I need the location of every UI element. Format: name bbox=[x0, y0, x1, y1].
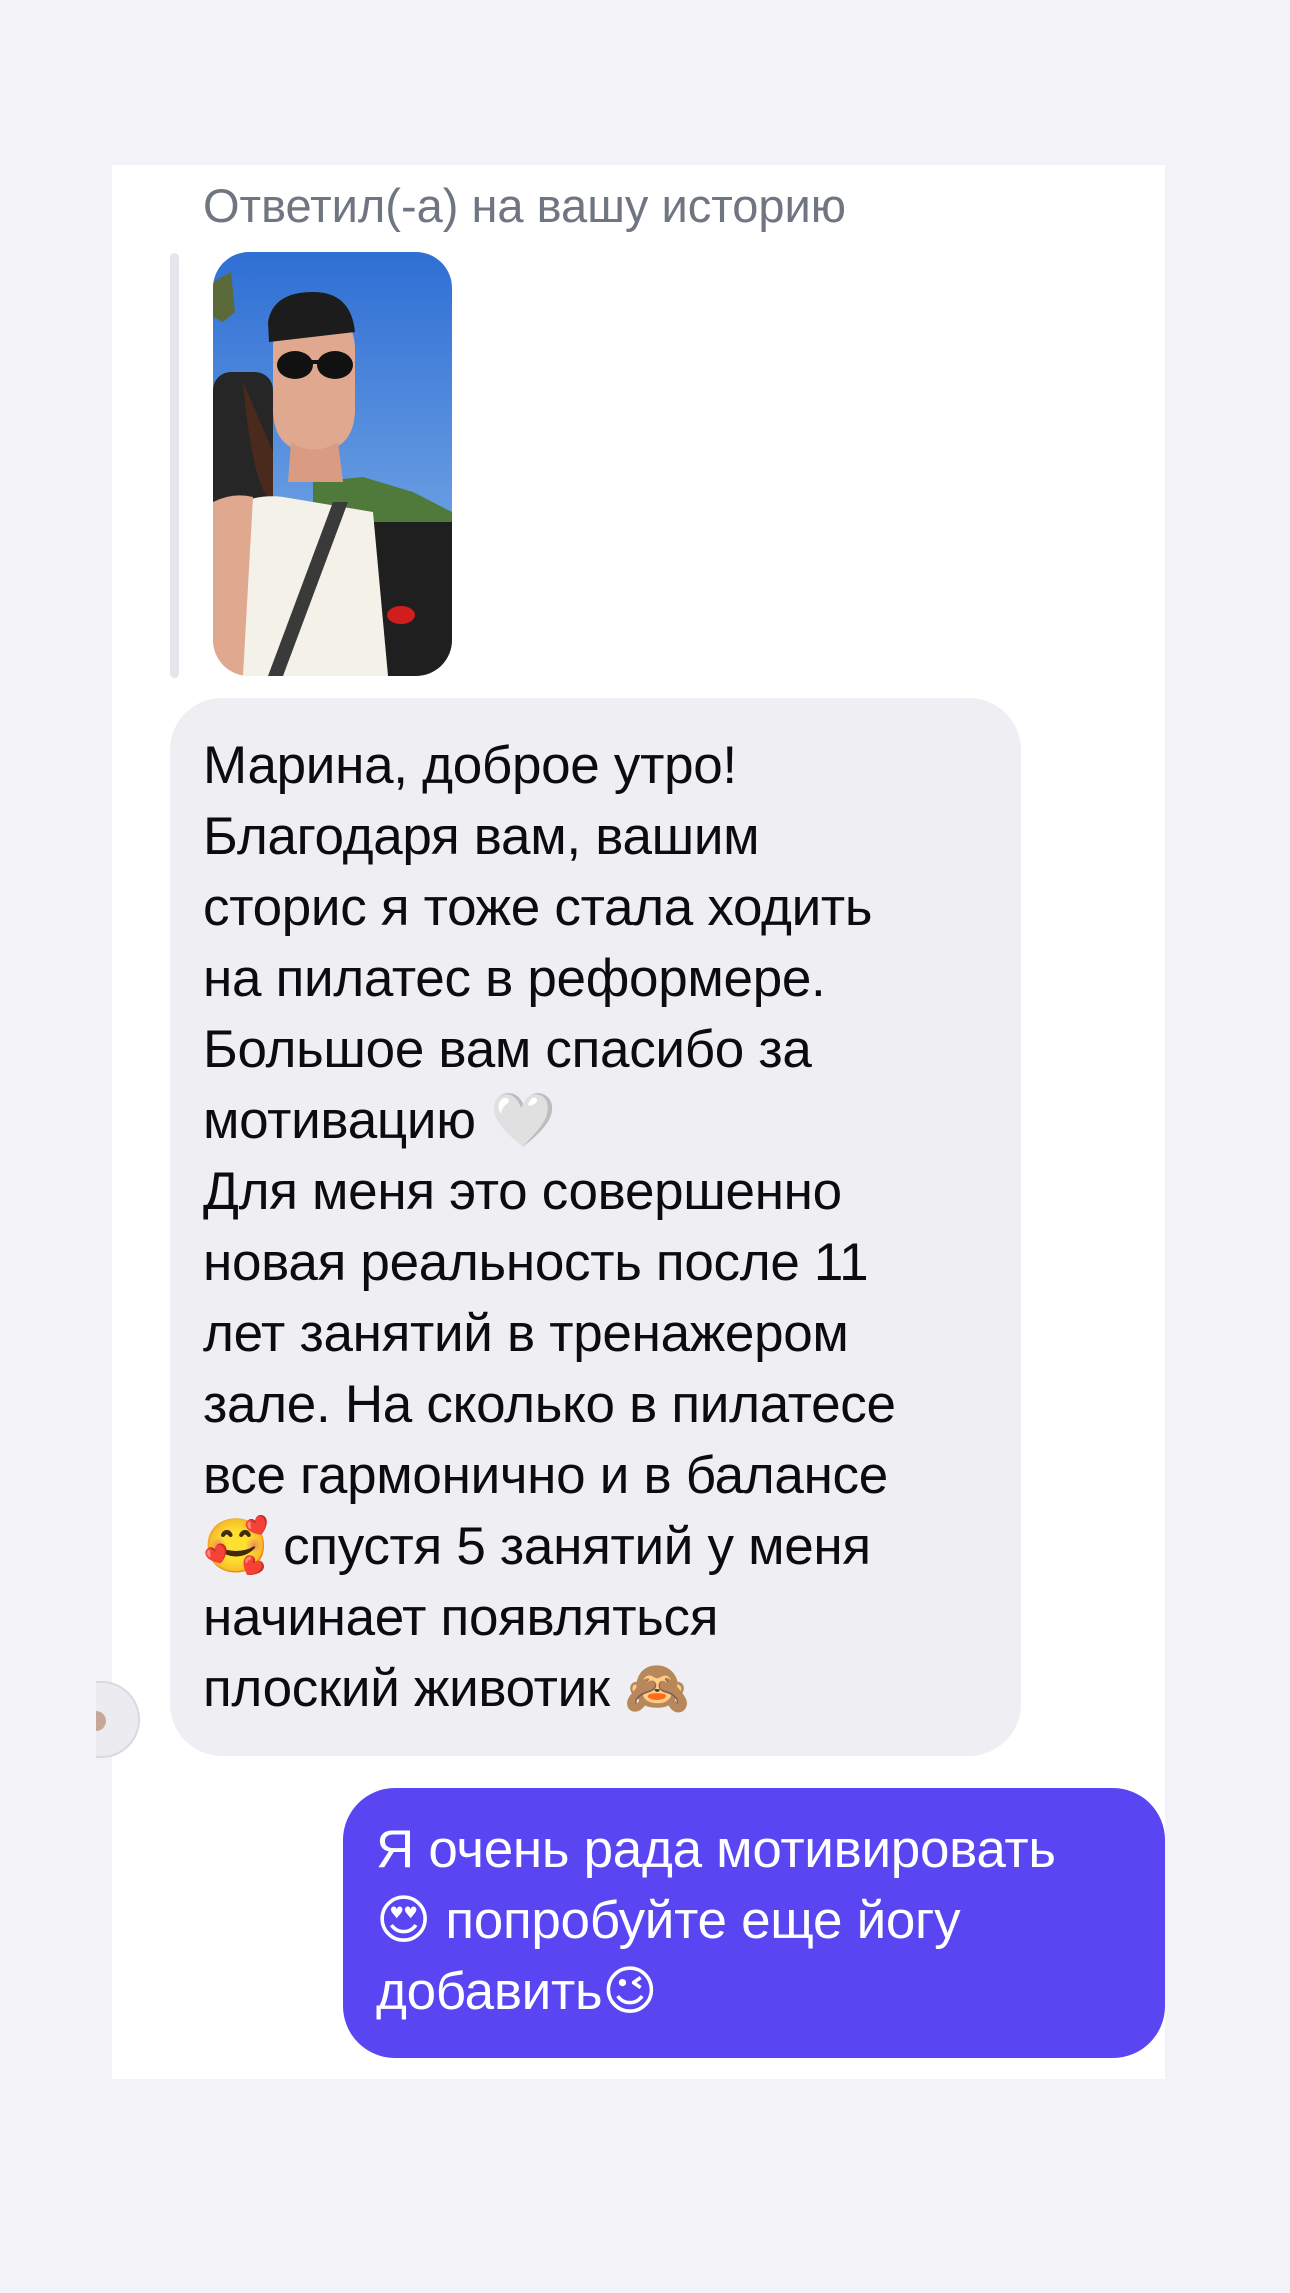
message-line: 🥰 спустя 5 занятий у меня bbox=[203, 1517, 871, 1576]
message-line: Большое вам спасибо за bbox=[203, 1020, 812, 1079]
quote-bar bbox=[170, 253, 179, 678]
message-line: Для меня это совершенно bbox=[203, 1162, 842, 1221]
message-line: Марина, доброе утро! bbox=[203, 736, 737, 795]
story-thumbnail[interactable] bbox=[213, 252, 452, 676]
message-line: добавить😉 bbox=[376, 1962, 658, 2021]
message-line: зале. На сколько в пилатесе bbox=[203, 1375, 896, 1434]
avatar-image bbox=[96, 1711, 106, 1731]
message-line: мотивацию 🤍 bbox=[203, 1091, 556, 1150]
incoming-message-bubble[interactable]: Марина, доброе утро! Благодаря вам, ваши… bbox=[170, 698, 1021, 1756]
message-line: Благодаря вам, вашим bbox=[203, 807, 760, 866]
message-line: на пилатес в реформере. bbox=[203, 949, 826, 1008]
message-line: сторис я тоже стала ходить bbox=[203, 878, 873, 937]
message-line: Я очень рада мотивировать bbox=[376, 1820, 1056, 1879]
story-reply-label: Ответил(-а) на вашу историю bbox=[203, 179, 846, 232]
message-line: начинает появляться bbox=[203, 1588, 719, 1647]
message-line: все гармонично и в балансе bbox=[203, 1446, 888, 1505]
outgoing-message-bubble[interactable]: Я очень рада мотивировать 😍 попробуйте е… bbox=[343, 1788, 1165, 2058]
message-line: новая реальность после 11 bbox=[203, 1233, 869, 1292]
message-line: лет занятий в тренажером bbox=[203, 1304, 849, 1363]
message-line: 😍 попробуйте еще йогу bbox=[376, 1891, 961, 1950]
message-line: плоский животик 🙈 bbox=[203, 1659, 690, 1718]
story-photo bbox=[213, 252, 452, 676]
